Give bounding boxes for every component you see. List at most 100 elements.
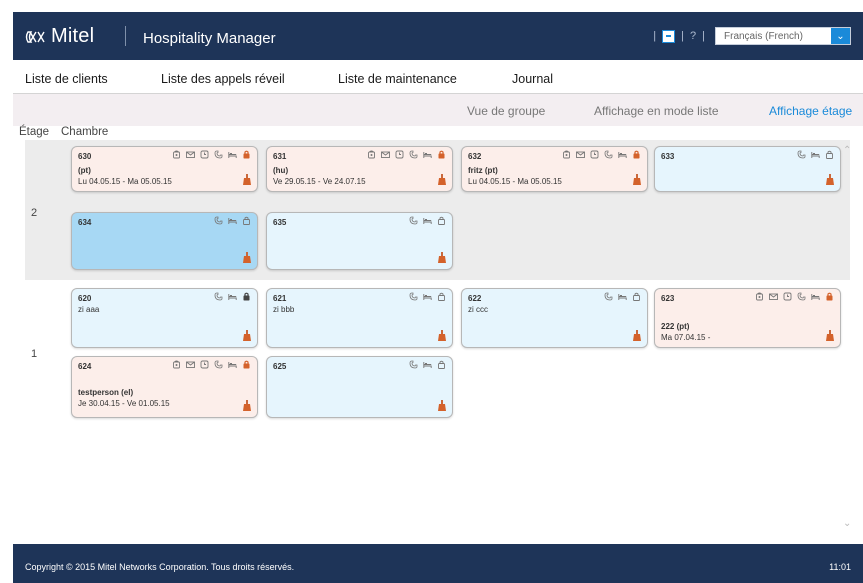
stay-dates: Lu 04.05.15 - Ma 05.05.15 (468, 177, 562, 186)
room-card-634[interactable]: 634 (71, 212, 258, 270)
room-card-620[interactable]: 620 zi aaa (71, 288, 258, 348)
room-card-632[interactable]: 632 fritz (pt) Lu 04.05.15 - Ma 05.05.15 (461, 146, 648, 192)
footer: Copyright © 2015 Mitel Networks Corporat… (13, 544, 863, 583)
guest-name: zi bbb (273, 305, 295, 314)
help-link[interactable]: ? (690, 30, 696, 42)
room-card-633[interactable]: 633 (654, 146, 841, 192)
guest-name: fritz (pt) (468, 166, 498, 175)
view-floor[interactable]: Affichage étage (769, 104, 852, 118)
room-card-625[interactable]: 625 (266, 356, 453, 418)
alarm-clock-icon (395, 150, 404, 159)
floor-row-1: 1 620 zi aaa 621 zi bbb 622 zi ccc 623 2… (25, 284, 850, 420)
view-list[interactable]: Affichage en mode liste (594, 104, 719, 118)
language-value: Français (French) (724, 30, 803, 42)
chevron-down-icon[interactable]: ⌄ (831, 28, 850, 44)
floor-number: 2 (31, 207, 38, 219)
room-status-icons (755, 292, 834, 301)
phone-lock-icon (173, 360, 180, 369)
mail-icon (186, 151, 195, 158)
language-select[interactable]: Français (French) ⌄ (715, 27, 851, 45)
room-card-623[interactable]: 623 222 (pt) Ma 07.04.15 - (654, 288, 841, 348)
bed-icon (423, 361, 432, 369)
scroll-down-icon[interactable]: ⌄ (843, 518, 851, 529)
alarm-clock-icon (783, 292, 792, 301)
bed-icon (423, 151, 432, 159)
room-card-624[interactable]: 624 testperson (el) Je 30.04.15 - Ve 01.… (71, 356, 258, 418)
mail-icon (769, 293, 778, 300)
room-number: 623 (661, 294, 675, 303)
nav-guest-list[interactable]: Liste de clients (25, 72, 108, 86)
guest-name: testperson (el) (78, 388, 134, 397)
view-group[interactable]: Vue de groupe (467, 104, 545, 118)
column-room-header: Chambre (61, 126, 109, 138)
room-number: 622 (468, 294, 482, 303)
bed-icon (618, 151, 627, 159)
room-number: 625 (273, 362, 287, 371)
top-header: Mitel Hospitality Manager | | ? | França… (13, 12, 863, 60)
cleaning-lamp-icon (826, 330, 834, 341)
room-status-icons (214, 216, 251, 225)
room-card-622[interactable]: 622 zi ccc (461, 288, 648, 348)
main-nav: Liste de clients Liste des appels réveil… (13, 60, 863, 94)
bed-icon (811, 293, 820, 301)
cleaning-lamp-icon (243, 400, 251, 411)
exit-icon[interactable] (662, 29, 676, 43)
separator: | (681, 30, 685, 42)
room-card-621[interactable]: 621 zi bbb (266, 288, 453, 348)
nav-journal[interactable]: Journal (512, 72, 553, 86)
room-number: 634 (78, 218, 92, 227)
lock-icon (242, 360, 251, 369)
floor-number: 1 (31, 348, 38, 360)
phone-icon (797, 150, 806, 159)
mail-icon (186, 361, 195, 368)
phone-lock-icon (173, 150, 180, 159)
room-status-icons (604, 292, 641, 301)
lock-icon (242, 150, 251, 159)
phone-icon (409, 360, 418, 369)
room-status-icons (172, 150, 251, 159)
alarm-clock-icon (590, 150, 599, 159)
phone-icon (797, 292, 806, 301)
room-number: 624 (78, 362, 92, 371)
bed-icon (228, 217, 237, 225)
alarm-clock-icon (200, 360, 209, 369)
cleaning-lamp-icon (438, 174, 446, 185)
cleaning-lamp-icon (633, 174, 641, 185)
room-number: 633 (661, 152, 675, 161)
cleaning-lamp-icon (243, 330, 251, 341)
nav-maintenance-list[interactable]: Liste de maintenance (338, 72, 457, 86)
bed-icon (423, 217, 432, 225)
room-status-icons (409, 360, 446, 369)
lock-icon (825, 292, 834, 301)
cleaning-lamp-icon (243, 174, 251, 185)
phone-lock-icon (368, 150, 375, 159)
bed-icon (618, 293, 627, 301)
header-divider (125, 26, 126, 46)
phone-icon (214, 292, 223, 301)
bed-icon (228, 361, 237, 369)
cleaning-lamp-icon (438, 400, 446, 411)
copyright-text: Copyright © 2015 Mitel Networks Corporat… (25, 562, 295, 572)
phone-icon (409, 216, 418, 225)
bed-icon (811, 151, 820, 159)
nav-wakeup-list[interactable]: Liste des appels réveil (161, 72, 285, 86)
phone-icon (214, 360, 223, 369)
app-frame: Mitel Hospitality Manager | | ? | França… (13, 0, 863, 583)
room-card-635[interactable]: 635 (266, 212, 453, 270)
room-card-630[interactable]: 630 (pt) Lu 04.05.15 - Ma 05.05.15 (71, 146, 258, 192)
stay-dates: Ve 29.05.15 - Ve 24.07.15 (273, 177, 366, 186)
bed-icon (228, 293, 237, 301)
room-status-icons (172, 360, 251, 369)
stay-dates: Lu 04.05.15 - Ma 05.05.15 (78, 177, 172, 186)
phone-icon (604, 292, 613, 301)
room-number: 631 (273, 152, 287, 161)
view-switcher: Vue de groupe Affichage en mode liste Af… (13, 94, 863, 126)
separator: | (702, 30, 705, 42)
phone-icon (214, 150, 223, 159)
phone-icon (604, 150, 613, 159)
room-number: 632 (468, 152, 482, 161)
mitel-logo[interactable]: Mitel (25, 25, 94, 48)
room-card-631[interactable]: 631 (hu) Ve 29.05.15 - Ve 24.07.15 (266, 146, 453, 192)
room-number: 621 (273, 294, 287, 303)
scroll-up-icon[interactable]: ⌃ (843, 145, 851, 156)
